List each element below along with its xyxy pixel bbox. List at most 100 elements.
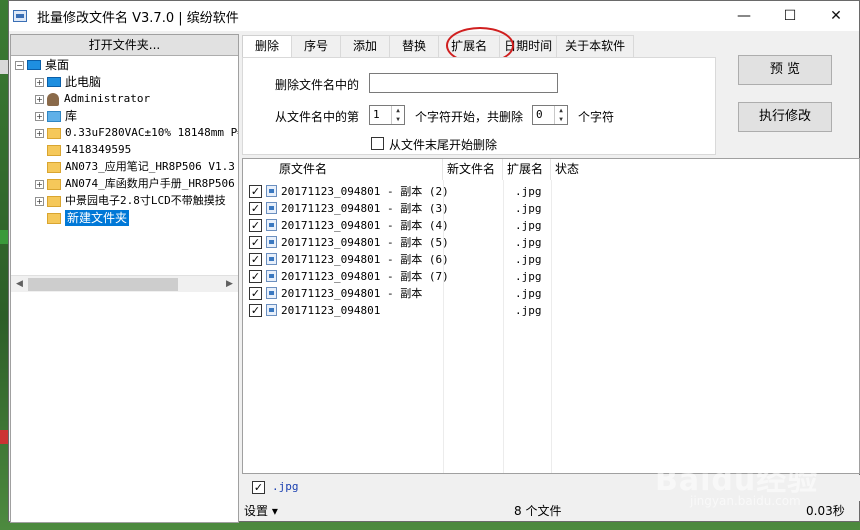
expand-icon[interactable]: + [35,77,44,87]
table-row[interactable]: ✓ 20171123_094801 - 副本 (7) .jpg [243,268,859,285]
folder-icon [47,195,61,207]
extension-cell: .jpg [515,236,542,249]
expand-icon[interactable]: + [35,128,44,138]
image-file-icon [266,270,277,282]
row-checkbox[interactable]: ✓ [249,304,262,317]
image-file-icon [266,236,277,248]
expand-icon[interactable]: + [35,94,44,104]
image-file-icon [266,304,277,316]
delete-text-input[interactable] [369,73,558,93]
expand-icon[interactable]: + [35,179,44,189]
delete-count-spinner[interactable]: 0 ▲ ▼ [532,105,568,125]
tree-node-folder-selected[interactable]: 新建文件夹 [47,210,130,226]
extension-cell: .jpg [515,304,542,317]
folder-icon [47,144,61,156]
from-end-label: 从文件末尾开始删除 [389,138,498,152]
table-row[interactable]: ✓ 20171123_094801 - 副本 (6) .jpg [243,251,859,268]
tab-bar: 删除 序号 添加 替换 扩展名 日期时间 关于本软件 [242,35,635,58]
table-row[interactable]: ✓ 20171123_094801 - 副本 (4) .jpg [243,217,859,234]
tree-node-label: 此电脑 [65,75,102,89]
folder-panel: 打开文件夹... − 桌面 + 此电脑 + Administrator + 库 [10,34,239,523]
table-row[interactable]: ✓ 20171123_094801 - 副本 .jpg [243,285,859,302]
folder-icon [47,127,61,139]
collapse-icon[interactable]: − [15,60,24,70]
row-checkbox[interactable]: ✓ [249,202,262,215]
spinner-value: 0 [536,108,543,121]
settings-menu[interactable]: 设置 ▾ [244,501,278,521]
extension-cell: .jpg [515,202,542,215]
open-folder-button[interactable]: 打开文件夹... [11,35,238,56]
tree-node-folder[interactable]: + 0.33uF280VAC±10% 18148mm P= [35,125,238,141]
table-row[interactable]: ✓ 20171123_094801 - 副本 (5) .jpg [243,234,859,251]
extension-cell: .jpg [515,185,542,198]
desktop-icon-edge[interactable] [0,60,8,74]
tree-node-label: 0.33uF280VAC±10% 18148mm P= [65,126,238,139]
folder-icon [47,178,61,190]
row-checkbox[interactable]: ✓ [249,236,262,249]
folder-icon [47,161,61,173]
execute-button[interactable]: 执行修改 [738,102,832,132]
original-name-cell: 20171123_094801 - 副本 (2) [281,185,449,198]
row-checkbox[interactable]: ✓ [249,219,262,232]
spinner-value: 1 [373,108,380,121]
image-file-icon [266,287,277,299]
tree-node-desktop[interactable]: − 桌面 [15,57,69,73]
tree-node-folder[interactable]: AN073_应用笔记_HR8P506 V1.3 [47,159,235,175]
row-checkbox[interactable]: ✓ [249,185,262,198]
tree-node-administrator[interactable]: + Administrator [35,91,150,107]
column-header-extension[interactable]: 扩展名 [503,159,551,180]
table-row[interactable]: ✓ 20171123_094801 .jpg [243,302,859,319]
tree-node-label: AN073_应用笔记_HR8P506 V1.3 [65,160,235,173]
row-checkbox[interactable]: ✓ [249,253,262,266]
scroll-left-icon[interactable]: ◀ [11,276,28,293]
extension-cell: .jpg [515,287,542,300]
scroll-right-icon[interactable]: ▶ [221,276,238,293]
column-header-status[interactable]: 状态 [551,159,611,180]
file-count: 8 个文件 [514,504,562,518]
column-header-original[interactable]: 原文件名 [243,159,443,180]
image-file-icon [266,185,277,197]
folder-icon [47,212,61,224]
horizontal-scrollbar[interactable]: ◀ ▶ [11,275,238,292]
desktop-icon-edge[interactable] [0,230,8,244]
tree-node-label: Administrator [64,92,151,105]
tree-node-library[interactable]: + 库 [35,108,77,124]
tree-node-this-pc[interactable]: + 此电脑 [35,74,101,90]
tree-node-label: 中景园电子2.8寸LCD不带触摸技 [65,194,226,207]
expand-icon[interactable]: + [35,196,44,206]
tree-node-folder[interactable]: 1418349595 [47,142,131,158]
tab-sequence[interactable]: 序号 [291,35,342,57]
extension-filter-checkbox[interactable]: ✓ [252,481,265,494]
desktop-icon [27,60,41,70]
tree-node-label: 桌面 [45,58,70,72]
start-delete-label: 个字符开始，共删除 [415,110,524,124]
scroll-thumb[interactable] [28,278,178,291]
maximize-button[interactable]: ☐ [767,1,813,31]
tab-delete[interactable]: 删除 [242,35,293,58]
delete-tab-panel: 删除文件名中的 从文件名中的第 1 ▲ ▼ 个字符开始，共删除 0 ▲ ▼ 个字符 … [242,57,716,155]
tree-node-folder[interactable]: + AN074_库函数用户手册_HR8P506 [35,176,235,192]
extension-cell: .jpg [515,270,542,283]
tab-replace[interactable]: 替换 [389,35,440,57]
tab-about[interactable]: 关于本软件 [556,35,635,57]
spinner-arrows-icon[interactable]: ▲ ▼ [554,106,567,124]
desktop-icon-edge[interactable] [0,430,8,444]
close-button[interactable]: ✕ [813,1,859,31]
from-end-checkbox[interactable] [371,137,384,150]
watermark-url: jingyan.baidu.com [690,494,801,508]
tree-node-label: 1418349595 [65,143,132,156]
table-row[interactable]: ✓ 20171123_094801 - 副本 (3) .jpg [243,200,859,217]
start-position-spinner[interactable]: 1 ▲ ▼ [369,105,405,125]
spinner-arrows-icon[interactable]: ▲ ▼ [391,106,404,124]
row-checkbox[interactable]: ✓ [249,270,262,283]
minimize-button[interactable]: — [721,1,767,31]
column-header-new[interactable]: 新文件名 [443,159,503,180]
row-checkbox[interactable]: ✓ [249,287,262,300]
table-row[interactable]: ✓ 20171123_094801 - 副本 (2) .jpg [243,183,859,200]
watermark-logo: Baidu经验 [655,463,819,498]
expand-icon[interactable]: + [35,111,44,121]
tab-add[interactable]: 添加 [340,35,391,57]
folder-tree: − 桌面 + 此电脑 + Administrator + 库 + 0.33uF2… [11,57,238,275]
tree-node-folder[interactable]: + 中景园电子2.8寸LCD不带触摸技 [35,193,226,209]
preview-button[interactable]: 预 览 [738,55,832,85]
